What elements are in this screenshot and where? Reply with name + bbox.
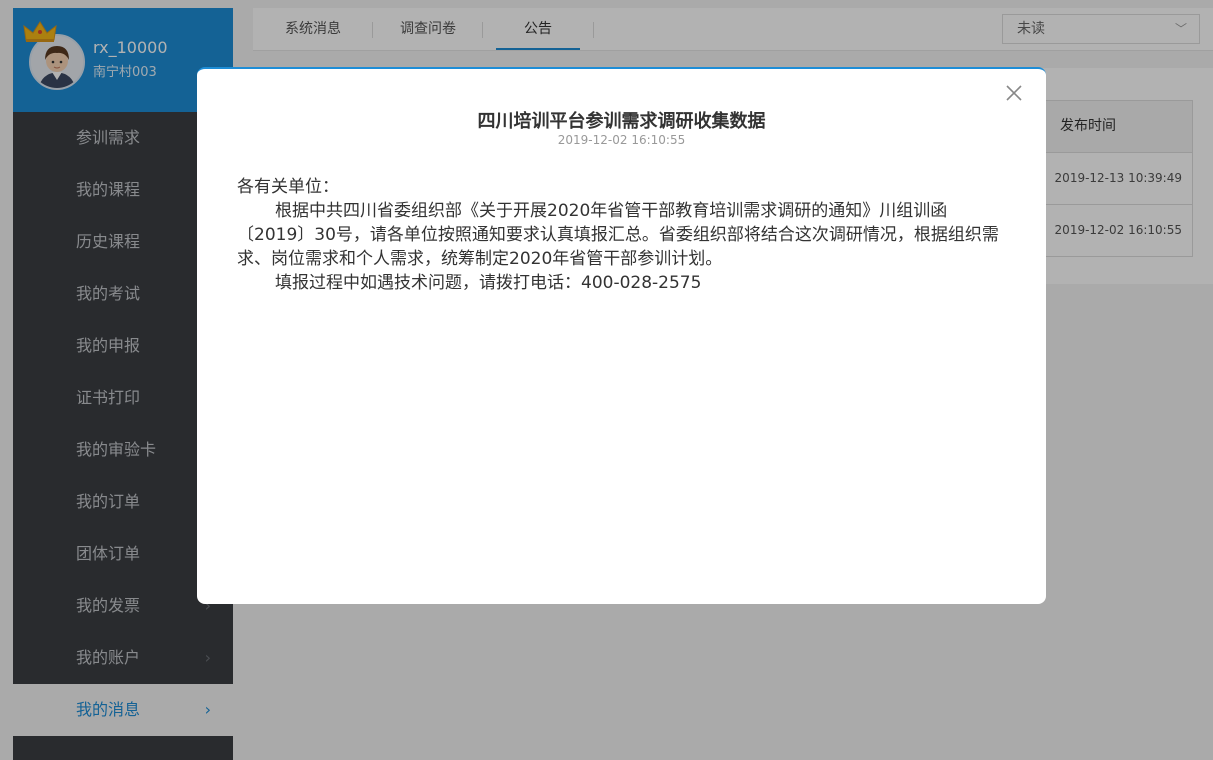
body-paragraph: 根据中共四川省委组织部《关于开展2020年省管干部教育培训需求调研的通知》川组训…	[237, 201, 999, 269]
body-paragraph: 填报过程中如遇技术问题，请拨打电话：400-028-2575	[275, 273, 702, 293]
dialog-date: 2019-12-02 16:10:55	[557, 133, 686, 147]
dialog-body: 各有关单位： 根据中共四川省委组织部《关于开展2020年省管干部教育培训需求调研…	[237, 175, 1012, 295]
close-icon[interactable]	[1004, 83, 1024, 103]
dialog-title: 四川培训平台参训需求调研收集数据	[477, 111, 766, 132]
announcement-dialog: 四川培训平台参训需求调研收集数据 2019-12-02 16:10:55 各有关…	[197, 67, 1046, 604]
greeting-text: 各有关单位：	[237, 177, 339, 197]
